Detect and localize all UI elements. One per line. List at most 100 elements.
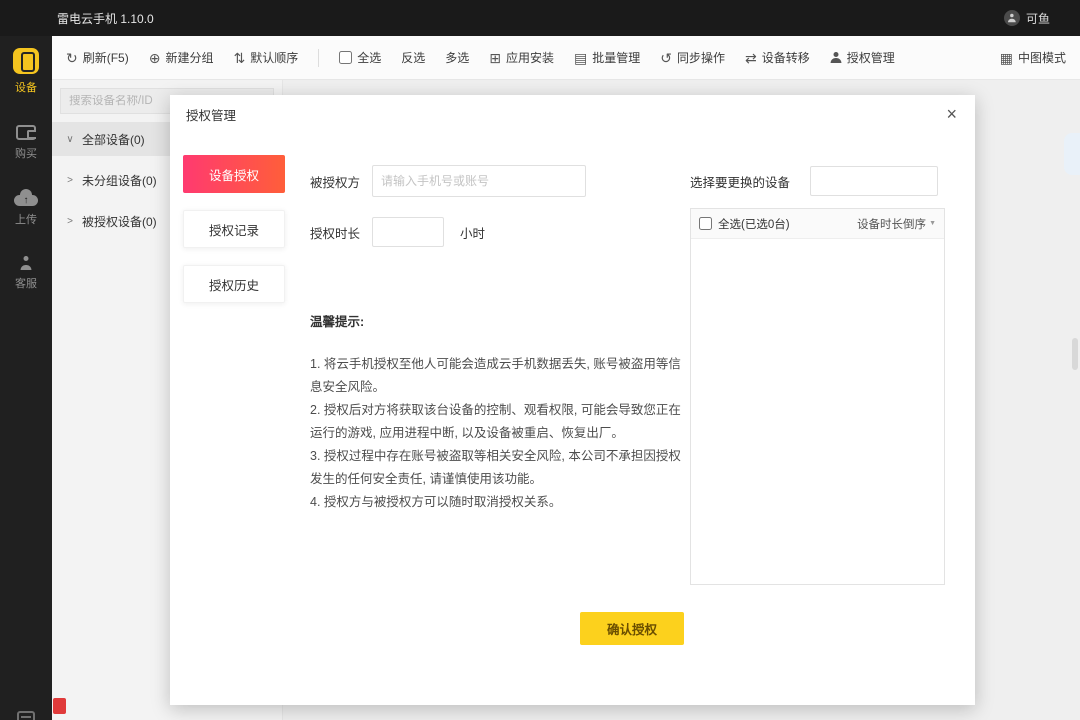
person-icon	[1007, 14, 1016, 22]
select-all-label: 全选	[357, 49, 381, 66]
group-label: 被授权设备(0)	[82, 213, 157, 230]
activity-badge-icon[interactable]	[53, 698, 66, 714]
tip-item: 3. 授权过程中存在账号被盗取等相关安全风险, 本公司不承担因授权发生的任何安全…	[310, 445, 682, 491]
auth-manage-dialog: 授权管理 × 设备授权 授权记录 授权历史 被授权方 授权时长 小时 选择要更换…	[170, 95, 975, 705]
app-grid-icon: ⊞	[489, 51, 501, 65]
tip-item: 2. 授权后对方将获取该台设备的控制、观看权限, 可能会导致您正在运行的游戏, …	[310, 399, 682, 445]
duration-input[interactable]	[372, 217, 444, 247]
device-list-body	[691, 239, 944, 584]
sync-action-button[interactable]: ↺ 同步操作	[660, 49, 725, 66]
sync-icon: ↺	[660, 51, 672, 65]
sidebar-item-support[interactable]: 客服	[15, 253, 37, 291]
document-icon: ▤	[574, 51, 587, 65]
view-mode-label: 中图模式	[1018, 49, 1066, 66]
tab-auth-record[interactable]: 授权记录	[183, 210, 285, 248]
refresh-button[interactable]: ↻ 刷新(F5)	[66, 49, 129, 66]
sort-dropdown[interactable]: 设备时长倒序 ▼	[857, 216, 936, 232]
default-order-button[interactable]: ⇅ 默认顺序	[233, 49, 298, 66]
chevron-down-icon: ▼	[929, 220, 936, 227]
refresh-icon: ↻	[66, 51, 78, 65]
default-order-label: 默认顺序	[250, 49, 298, 66]
batch-manage-label: 批量管理	[592, 49, 640, 66]
titlebar: 雷电云手机 1.10.0 可鱼	[0, 0, 1080, 36]
sidebar-item-label: 客服	[15, 275, 37, 291]
wallet-icon	[16, 125, 36, 140]
app-title: 雷电云手机 1.10.0	[57, 10, 154, 27]
sidebar-item-buy[interactable]: 购买	[15, 121, 37, 161]
sidebar-item-upload[interactable]: ↑ 上传	[14, 187, 38, 227]
duration-label: 授权时长	[310, 223, 360, 242]
tab-auth-history[interactable]: 授权历史	[183, 265, 285, 303]
list-select-all-checkbox[interactable]	[699, 217, 712, 230]
sort-arrows-icon: ⇅	[233, 51, 245, 65]
device-select-list: 全选(已选0台) 设备时长倒序 ▼	[690, 208, 945, 585]
close-icon[interactable]: ×	[942, 103, 961, 125]
device-select-row: 选择要更换的设备	[690, 166, 938, 196]
sync-action-label: 同步操作	[677, 49, 725, 66]
add-group-icon: ⊕	[149, 51, 161, 65]
device-select-label: 选择要更换的设备	[690, 172, 802, 191]
cloud-upload-icon: ↑	[14, 189, 38, 206]
user-menu[interactable]: 可鱼	[1004, 10, 1050, 27]
refresh-label: 刷新(F5)	[83, 49, 129, 66]
sidebar-item-device[interactable]: 设备	[13, 48, 39, 95]
auth-manage-button[interactable]: 授权管理	[830, 49, 895, 66]
select-all-toolbar-item[interactable]: 全选	[339, 49, 381, 66]
chevron-down-icon: ∨	[65, 134, 75, 145]
app-window: 雷电云手机 1.10.0 可鱼 设备 购买 ↑ 上传 客服 ↻ 刷新(F5)	[0, 0, 1080, 720]
confirm-auth-button[interactable]: 确认授权	[580, 612, 684, 645]
invert-select-label: 反选	[401, 49, 425, 66]
device-list-header: 全选(已选0台) 设备时长倒序 ▼	[691, 209, 944, 239]
tip-item: 4. 授权方与被授权方可以随时取消授权关系。	[310, 491, 682, 514]
authorizee-row: 被授权方	[310, 165, 586, 197]
toolbar-divider	[318, 49, 319, 67]
scrollbar-thumb[interactable]	[1072, 338, 1078, 370]
view-mode-button[interactable]: ▦ 中图模式	[1000, 49, 1066, 66]
dialog-tabs: 设备授权 授权记录 授权历史	[183, 155, 285, 303]
group-label: 未分组设备(0)	[82, 172, 157, 189]
auth-manage-label: 授权管理	[847, 49, 895, 66]
duration-unit: 小时	[460, 223, 485, 242]
invert-select-button[interactable]: 反选	[401, 49, 425, 66]
list-select-all-label: 全选(已选0台)	[718, 216, 790, 232]
device-select-input[interactable]	[810, 166, 938, 196]
support-agent-icon	[19, 256, 34, 270]
new-group-button[interactable]: ⊕ 新建分组	[149, 49, 214, 66]
tips-text: 1. 将云手机授权至他人可能会造成云手机数据丢失, 账号被盗用等信息安全风险。 …	[310, 353, 682, 514]
list-icon[interactable]	[17, 711, 35, 720]
dialog-header: 授权管理 ×	[170, 95, 975, 133]
sidebar-item-label: 上传	[15, 211, 37, 227]
authorizee-input[interactable]	[372, 165, 586, 197]
sidebar-item-label: 购买	[15, 145, 37, 161]
up-arrow-icon: ↑	[24, 196, 29, 206]
tip-item: 1. 将云手机授权至他人可能会造成云手机数据丢失, 账号被盗用等信息安全风险。	[310, 353, 682, 399]
chevron-right-icon: >	[65, 216, 75, 227]
multi-select-button[interactable]: 多选	[445, 49, 469, 66]
duration-row: 授权时长 小时	[310, 217, 485, 247]
authorizee-label: 被授权方	[310, 172, 360, 191]
select-all-checkbox[interactable]	[339, 51, 352, 64]
device-transfer-label: 设备转移	[762, 49, 810, 66]
floating-side-widget[interactable]	[1064, 133, 1080, 175]
device-transfer-button[interactable]: ⇄ 设备转移	[745, 49, 810, 66]
chevron-right-icon: >	[65, 175, 75, 186]
app-install-label: 应用安装	[506, 49, 554, 66]
batch-manage-button[interactable]: ▤ 批量管理	[574, 49, 640, 66]
sort-label: 设备时长倒序	[857, 216, 926, 232]
username: 可鱼	[1026, 10, 1050, 27]
app-install-button[interactable]: ⊞ 应用安装	[489, 49, 554, 66]
sidebar-item-label: 设备	[15, 79, 37, 95]
dialog-title: 授权管理	[186, 105, 236, 124]
sidebar: 设备 购买 ↑ 上传 客服	[0, 36, 52, 720]
tips-title: 温馨提示:	[310, 311, 364, 330]
phone-device-icon	[13, 48, 39, 74]
person-icon	[830, 52, 842, 63]
transfer-arrows-icon: ⇄	[745, 51, 757, 65]
multi-select-label: 多选	[445, 49, 469, 66]
grid-view-icon: ▦	[1000, 51, 1013, 65]
tab-device-auth[interactable]: 设备授权	[183, 155, 285, 193]
group-label: 全部设备(0)	[82, 131, 145, 148]
user-avatar-icon	[1004, 10, 1020, 26]
toolbar: ↻ 刷新(F5) ⊕ 新建分组 ⇅ 默认顺序 全选 反选 多选 ⊞ 应用安装 ▤…	[52, 36, 1080, 80]
new-group-label: 新建分组	[165, 49, 213, 66]
